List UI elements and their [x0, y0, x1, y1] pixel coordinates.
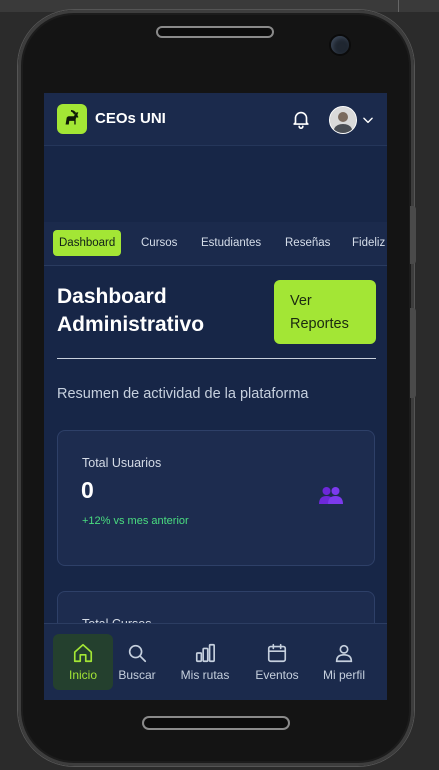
- user-icon: [335, 644, 353, 663]
- title-divider: [57, 358, 376, 359]
- app-header: CEOs UNI: [44, 93, 387, 146]
- stat-label: Total Usuarios: [82, 456, 162, 470]
- header-banner: [44, 146, 387, 222]
- page-title: Dashboard Administrativo: [57, 285, 205, 336]
- phone-speaker: [158, 28, 272, 36]
- page-subtitle: Resumen de actividad de la plataforma: [57, 386, 309, 402]
- nav-mi-perfil[interactable]: Mi perfil: [314, 634, 374, 690]
- search-icon: [128, 644, 147, 663]
- phone-home-bar: [144, 718, 288, 728]
- nav-label: Inicio: [68, 668, 97, 682]
- home-icon: [73, 643, 93, 663]
- tab-dashboard[interactable]: Dashboard: [53, 230, 122, 256]
- nav-label: Mi perfil: [322, 668, 365, 682]
- app-title: CEOs UNI: [95, 110, 166, 127]
- tab-fideliz[interactable]: Fideliz: [352, 230, 385, 256]
- nav-label: Buscar: [118, 668, 156, 682]
- nav-buscar[interactable]: Buscar: [107, 634, 167, 690]
- stat-card-users: Total Usuarios 0 +12% vs mes anterior: [57, 430, 375, 566]
- chevron-down-icon[interactable]: [361, 113, 375, 127]
- goat-icon[interactable]: [57, 104, 87, 134]
- power-button: [410, 308, 416, 398]
- nav-label: Mis rutas: [180, 668, 230, 682]
- nav-label: Eventos: [255, 668, 299, 682]
- volume-button: [410, 206, 416, 264]
- users-icon: [319, 487, 343, 504]
- tab-estudiantes[interactable]: Estudiantes: [201, 230, 261, 256]
- tab-resenas[interactable]: Reseñas: [285, 230, 330, 256]
- stat-value: 0: [81, 477, 94, 503]
- bar-chart-icon: [195, 643, 215, 663]
- nav-mis-rutas[interactable]: Mis rutas: [175, 634, 235, 690]
- bell-icon[interactable]: [290, 108, 312, 130]
- tab-cursos[interactable]: Cursos: [141, 230, 177, 256]
- nav-eventos[interactable]: Eventos: [247, 634, 307, 690]
- view-reports-button[interactable]: Ver Reportes: [274, 280, 376, 344]
- app-screen: CEOs UNI Dashboard Cursos Estudiantes Re…: [44, 93, 387, 700]
- main-content: Dashboard Administrativo Ver Reportes Re…: [44, 266, 387, 700]
- tabs-bar: Dashboard Cursos Estudiantes Reseñas Fid…: [44, 222, 387, 266]
- phone-camera: [331, 36, 349, 54]
- nav-inicio[interactable]: Inicio: [53, 634, 113, 690]
- bottom-nav: Inicio Buscar Mis rutas Eventos Mi perfi…: [44, 623, 387, 700]
- calendar-icon: [267, 643, 287, 663]
- stat-trend: +12% vs mes anterior: [82, 515, 189, 527]
- avatar[interactable]: [329, 106, 357, 134]
